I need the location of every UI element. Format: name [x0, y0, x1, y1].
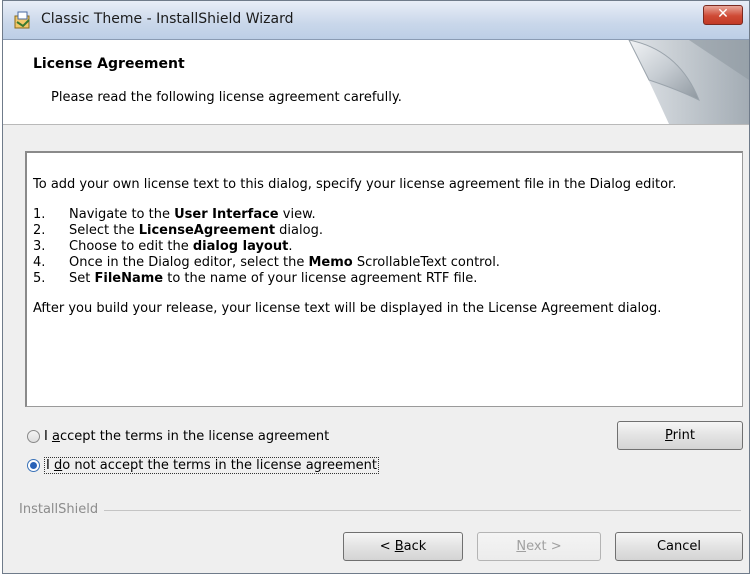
dialog-body: To add your own license text to this dia…: [3, 125, 749, 573]
decline-option[interactable]: I do not accept the terms in the license…: [27, 457, 379, 474]
brand-label: InstallShield: [19, 503, 105, 517]
installshield-app-icon: [14, 11, 30, 29]
list-item: 5. Set FileName to the name of your lice…: [33, 271, 736, 287]
page-curl-graphic: [628, 40, 749, 124]
window-title: Classic Theme - InstallShield Wizard: [41, 11, 294, 27]
next-mnemonic: N: [516, 539, 527, 554]
step-text: Select the LicenseAgreement dialog.: [69, 223, 323, 238]
page-title: License Agreement: [33, 56, 185, 72]
step-number: 5.: [33, 271, 46, 286]
decline-label[interactable]: I do not accept the terms in the license…: [44, 457, 379, 474]
steps-list: 1. Navigate to the User Interface view. …: [33, 207, 736, 287]
divider-line: [19, 510, 741, 511]
license-text-box[interactable]: To add your own license text to this dia…: [25, 151, 743, 407]
step-text: Once in the Dialog editor, select the Me…: [69, 255, 500, 270]
decline-mnemonic: d: [53, 458, 63, 473]
back-mnemonic: B: [394, 539, 404, 554]
decline-radio[interactable]: [27, 459, 40, 472]
list-item: 2. Select the LicenseAgreement dialog.: [33, 223, 736, 239]
accept-option[interactable]: I accept the terms in the license agreem…: [27, 429, 329, 444]
step-number: 1.: [33, 207, 46, 222]
list-item: 1. Navigate to the User Interface view.: [33, 207, 736, 223]
title-bar[interactable]: Classic Theme - InstallShield Wizard ✕: [3, 1, 749, 40]
back-button[interactable]: < Back: [343, 532, 463, 561]
next-button[interactable]: Next >: [477, 532, 601, 561]
print-button[interactable]: Print: [617, 421, 743, 450]
step-text: Set FileName to the name of your license…: [69, 271, 478, 286]
list-item: 4. Once in the Dialog editor, select the…: [33, 255, 736, 271]
print-mnemonic: P: [665, 428, 673, 443]
license-outro: After you build your release, your licen…: [33, 301, 662, 316]
brand-divider: InstallShield: [19, 503, 741, 517]
close-button[interactable]: ✕: [703, 5, 743, 25]
step-number: 4.: [33, 255, 46, 270]
accept-label[interactable]: I accept the terms in the license agreem…: [44, 429, 329, 444]
page-subtitle: Please read the following license agreem…: [51, 90, 402, 105]
step-number: 2.: [33, 223, 46, 238]
step-number: 3.: [33, 239, 46, 254]
accept-mnemonic: a: [51, 429, 60, 444]
list-item: 3. Choose to edit the dialog layout.: [33, 239, 736, 255]
step-text: Choose to edit the dialog layout.: [69, 239, 293, 254]
installer-window: Classic Theme - InstallShield Wizard ✕ L…: [2, 0, 750, 574]
license-intro: To add your own license text to this dia…: [33, 177, 677, 192]
cancel-button[interactable]: Cancel: [615, 532, 743, 561]
header-banner: License Agreement Please read the follow…: [3, 40, 749, 125]
step-text: Navigate to the User Interface view.: [69, 207, 316, 222]
accept-radio[interactable]: [27, 430, 40, 443]
